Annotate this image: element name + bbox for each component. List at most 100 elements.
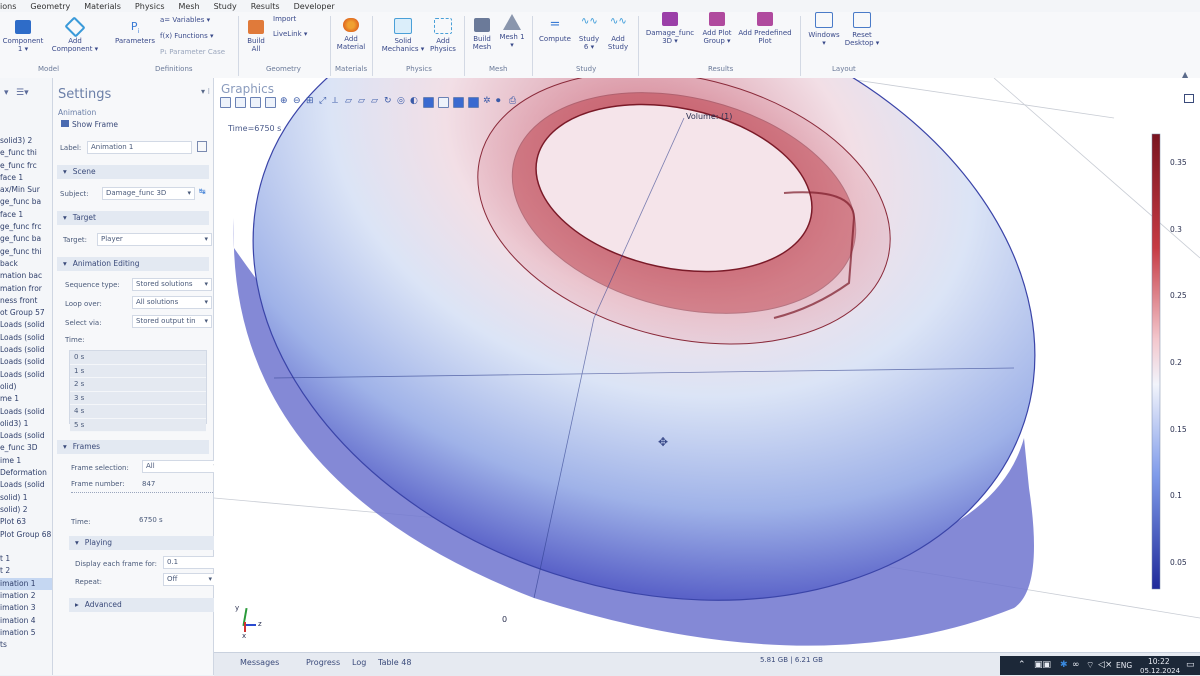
tree-item[interactable]: olid) bbox=[0, 381, 52, 393]
compute-button[interactable]: = Compute bbox=[536, 18, 574, 44]
target-select[interactable]: Player bbox=[97, 233, 212, 246]
volume-icon[interactable]: ◁× bbox=[1098, 660, 1112, 670]
tab-progress[interactable]: Progress bbox=[306, 658, 340, 667]
component-button[interactable]: Component 1 ▾ bbox=[0, 20, 46, 53]
damage-func-button[interactable]: Damage_func 3D ▾ bbox=[642, 12, 698, 45]
tree-item[interactable]: e_func 3D bbox=[0, 442, 52, 454]
tree-item[interactable]: Loads (solid bbox=[0, 344, 52, 356]
tree-item[interactable]: Plot Group 68 bbox=[0, 529, 52, 541]
menu-item-study[interactable]: Study bbox=[214, 2, 237, 11]
tree-item[interactable]: ime 1 bbox=[0, 455, 52, 467]
study-button[interactable]: ∿∿ Study 6 ▾ bbox=[576, 17, 602, 52]
label-input[interactable]: Animation 1 bbox=[87, 141, 192, 154]
graphics-canvas[interactable]: ✥ bbox=[214, 78, 1200, 653]
view-yz-icon[interactable]: ▱ bbox=[358, 97, 367, 106]
list-item[interactable]: 2 s bbox=[70, 378, 206, 392]
zoom-in-icon[interactable]: ⊕ bbox=[280, 97, 289, 106]
tree-item[interactable]: face 1 bbox=[0, 209, 52, 221]
language-indicator[interactable]: ENG bbox=[1116, 661, 1132, 670]
zoom-box-icon[interactable]: ⊞ bbox=[306, 97, 315, 106]
playing-section-header[interactable]: ▾ Playing bbox=[69, 536, 225, 550]
tree-filter-icon[interactable]: ☰▾ bbox=[16, 88, 29, 98]
build-all-button[interactable]: Build All bbox=[242, 20, 270, 53]
tree-item[interactable]: imation 5 bbox=[0, 627, 52, 639]
settings-menu-icon[interactable]: ▾ ⁝ bbox=[201, 87, 210, 96]
show-frame-button[interactable]: Show Frame bbox=[61, 120, 118, 129]
zoom-out-icon[interactable]: ⊖ bbox=[293, 97, 302, 106]
maximize-graphics-icon[interactable] bbox=[1184, 94, 1194, 103]
menu-item-physics[interactable]: Physics bbox=[135, 2, 165, 11]
menu-item-developer[interactable]: Developer bbox=[294, 2, 335, 11]
tree-item-animation-1-selected[interactable]: imation 1 bbox=[0, 577, 52, 590]
menu-item-geometry[interactable]: Geometry bbox=[30, 2, 70, 11]
transparency-icon[interactable]: ◐ bbox=[410, 97, 419, 106]
tray-chevron-icon[interactable]: ⌃ bbox=[1018, 660, 1026, 670]
tree-item[interactable]: Loads (solid bbox=[0, 332, 52, 344]
target-section-header[interactable]: ▾ Target bbox=[57, 211, 209, 225]
tree-item[interactable]: ge_func ba bbox=[0, 233, 52, 245]
camera-icon[interactable]: ⏺ bbox=[496, 97, 505, 106]
tree-item[interactable]: Deformation bbox=[0, 467, 52, 479]
parameter-case-button[interactable]: P₁ Parameter Case bbox=[160, 48, 225, 56]
tree-item[interactable]: ge_func thi bbox=[0, 246, 52, 258]
list-item[interactable]: 0 s bbox=[70, 351, 206, 365]
tree-item[interactable]: imation 4 bbox=[0, 615, 52, 627]
tree-item[interactable]: mation fror bbox=[0, 283, 52, 295]
tree-item[interactable]: Loads (solid bbox=[0, 356, 52, 368]
tree-item[interactable]: e_func thi bbox=[0, 147, 52, 159]
menu-item-results[interactable]: Results bbox=[251, 2, 280, 11]
deselect-all-icon[interactable] bbox=[453, 97, 464, 108]
subject-select[interactable]: Damage_func 3D bbox=[102, 187, 195, 200]
last-frame-icon[interactable] bbox=[265, 97, 276, 108]
tab-log[interactable]: Log bbox=[352, 658, 366, 667]
tree-item[interactable]: face 1 bbox=[0, 172, 52, 184]
tab-table-48[interactable]: Table 48 bbox=[378, 658, 411, 667]
scene-section-header[interactable]: ▾ Scene bbox=[57, 165, 209, 179]
animation-editing-section-header[interactable]: ▾ Animation Editing bbox=[57, 257, 209, 271]
livelink-button[interactable]: LiveLink ▾ bbox=[273, 30, 307, 38]
rotate-icon[interactable]: ↻ bbox=[384, 97, 393, 106]
tree-item[interactable]: Loads (solid bbox=[0, 430, 52, 442]
tree-item[interactable]: Loads (solid bbox=[0, 369, 52, 381]
tree-item[interactable]: back bbox=[0, 258, 52, 270]
tree-item[interactable]: Plot 63 bbox=[0, 516, 52, 528]
bluetooth-icon[interactable]: ✱ bbox=[1060, 660, 1068, 670]
list-item[interactable]: 1 s bbox=[70, 364, 206, 378]
windows-button[interactable]: Windows ▾ bbox=[806, 12, 842, 47]
print-icon[interactable]: ⎙ bbox=[509, 97, 518, 106]
tab-messages[interactable]: Messages bbox=[240, 658, 279, 667]
parameters-button[interactable]: Pi Parameters bbox=[112, 20, 158, 45]
variables-button[interactable]: a= Variables ▾ bbox=[160, 16, 210, 24]
view-xy-icon[interactable]: ▱ bbox=[345, 97, 354, 106]
time-list[interactable]: 0 s 1 s 2 s 3 s 4 s 5 s bbox=[69, 350, 207, 432]
add-component-button[interactable]: Add Component ▾ bbox=[48, 16, 102, 53]
solid-mechanics-button[interactable]: Solid Mechanics ▾ bbox=[378, 18, 428, 53]
import-button[interactable]: Import bbox=[273, 15, 296, 23]
tree-item[interactable]: ax/Min Sur bbox=[0, 184, 52, 196]
tree-item[interactable]: t 2 bbox=[0, 565, 52, 577]
tree-item[interactable]: mation bac bbox=[0, 270, 52, 282]
list-item[interactable]: 5 s bbox=[70, 418, 206, 432]
clock-date[interactable]: 05.12.2024 bbox=[1140, 667, 1180, 675]
add-material-button[interactable]: Add Material bbox=[334, 18, 368, 51]
loop-over-select[interactable]: All solutions bbox=[132, 296, 212, 309]
previous-frame-icon[interactable] bbox=[235, 97, 246, 108]
tree-item[interactable] bbox=[0, 541, 52, 553]
list-item[interactable]: 3 s bbox=[70, 391, 206, 405]
invert-selection-icon[interactable] bbox=[468, 97, 479, 108]
select-box-icon[interactable] bbox=[423, 97, 434, 108]
tree-item[interactable]: imation 2 bbox=[0, 590, 52, 602]
graphics-window[interactable]: ✥ Graphics ⊕ ⊖ ⊞ ⤢ ⟂ ▱ ▱ ▱ ↻ ◎ ◐ ✲ ⏺ ⎙ T… bbox=[214, 78, 1200, 653]
tree-item[interactable]: ness front bbox=[0, 295, 52, 307]
frame-selection-select[interactable]: All bbox=[142, 460, 221, 473]
tray-apps-icon[interactable]: ▣▣ bbox=[1034, 660, 1051, 670]
tree-item[interactable]: Loads (solid bbox=[0, 319, 52, 331]
tree-item[interactable]: me 1 bbox=[0, 393, 52, 405]
view-zx-icon[interactable]: ▱ bbox=[371, 97, 380, 106]
axis-orientation-icon[interactable]: ⟂ bbox=[332, 97, 341, 106]
menu-item-materials[interactable]: Materials bbox=[84, 2, 121, 11]
functions-button[interactable]: f(x) Functions ▾ bbox=[160, 32, 213, 40]
menu-item-definitions[interactable]: ions bbox=[0, 2, 16, 11]
advanced-section-header[interactable]: ▸ Advanced bbox=[69, 598, 225, 612]
select-objects-icon[interactable]: ◎ bbox=[397, 97, 406, 106]
